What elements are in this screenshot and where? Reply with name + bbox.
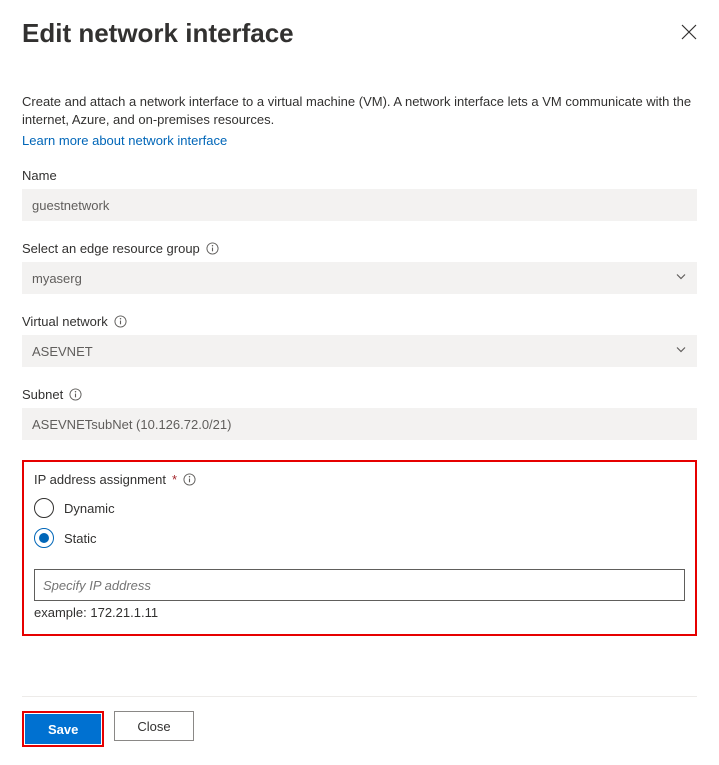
subnet-label: Subnet — [22, 387, 63, 402]
name-label: Name — [22, 168, 697, 183]
footer: Save Close — [22, 696, 697, 747]
ip-example-text: example: 172.21.1.11 — [34, 605, 685, 620]
panel-title: Edit network interface — [22, 18, 294, 49]
save-button[interactable]: Save — [25, 714, 101, 744]
name-input[interactable] — [22, 189, 697, 221]
radio-static-label: Static — [64, 531, 97, 546]
subnet-input[interactable] — [22, 408, 697, 440]
info-icon[interactable] — [69, 388, 82, 401]
resource-group-select[interactable] — [22, 262, 697, 294]
vnet-select[interactable] — [22, 335, 697, 367]
ip-assignment-section: IP address assignment * Dynamic Static e… — [22, 460, 697, 636]
radio-icon — [34, 528, 54, 548]
field-name: Name — [22, 168, 697, 221]
info-icon[interactable] — [114, 315, 127, 328]
radio-dynamic-label: Dynamic — [64, 501, 115, 516]
panel-header: Edit network interface — [22, 18, 697, 49]
radio-dynamic[interactable]: Dynamic — [34, 493, 685, 523]
radio-icon — [34, 498, 54, 518]
save-highlight: Save — [22, 711, 104, 747]
info-icon[interactable] — [206, 242, 219, 255]
field-resource-group: Select an edge resource group — [22, 241, 697, 294]
close-icon[interactable] — [681, 24, 697, 40]
intro-description: Create and attach a network interface to… — [22, 93, 697, 129]
field-subnet: Subnet — [22, 387, 697, 440]
learn-more-link[interactable]: Learn more about network interface — [22, 133, 227, 148]
resource-group-label: Select an edge resource group — [22, 241, 200, 256]
ip-assignment-label: IP address assignment — [34, 472, 166, 487]
field-vnet: Virtual network — [22, 314, 697, 367]
radio-static[interactable]: Static — [34, 523, 685, 553]
ip-address-input[interactable] — [34, 569, 685, 601]
close-button[interactable]: Close — [114, 711, 193, 741]
info-icon[interactable] — [183, 473, 196, 486]
required-indicator: * — [172, 472, 177, 487]
vnet-label: Virtual network — [22, 314, 108, 329]
